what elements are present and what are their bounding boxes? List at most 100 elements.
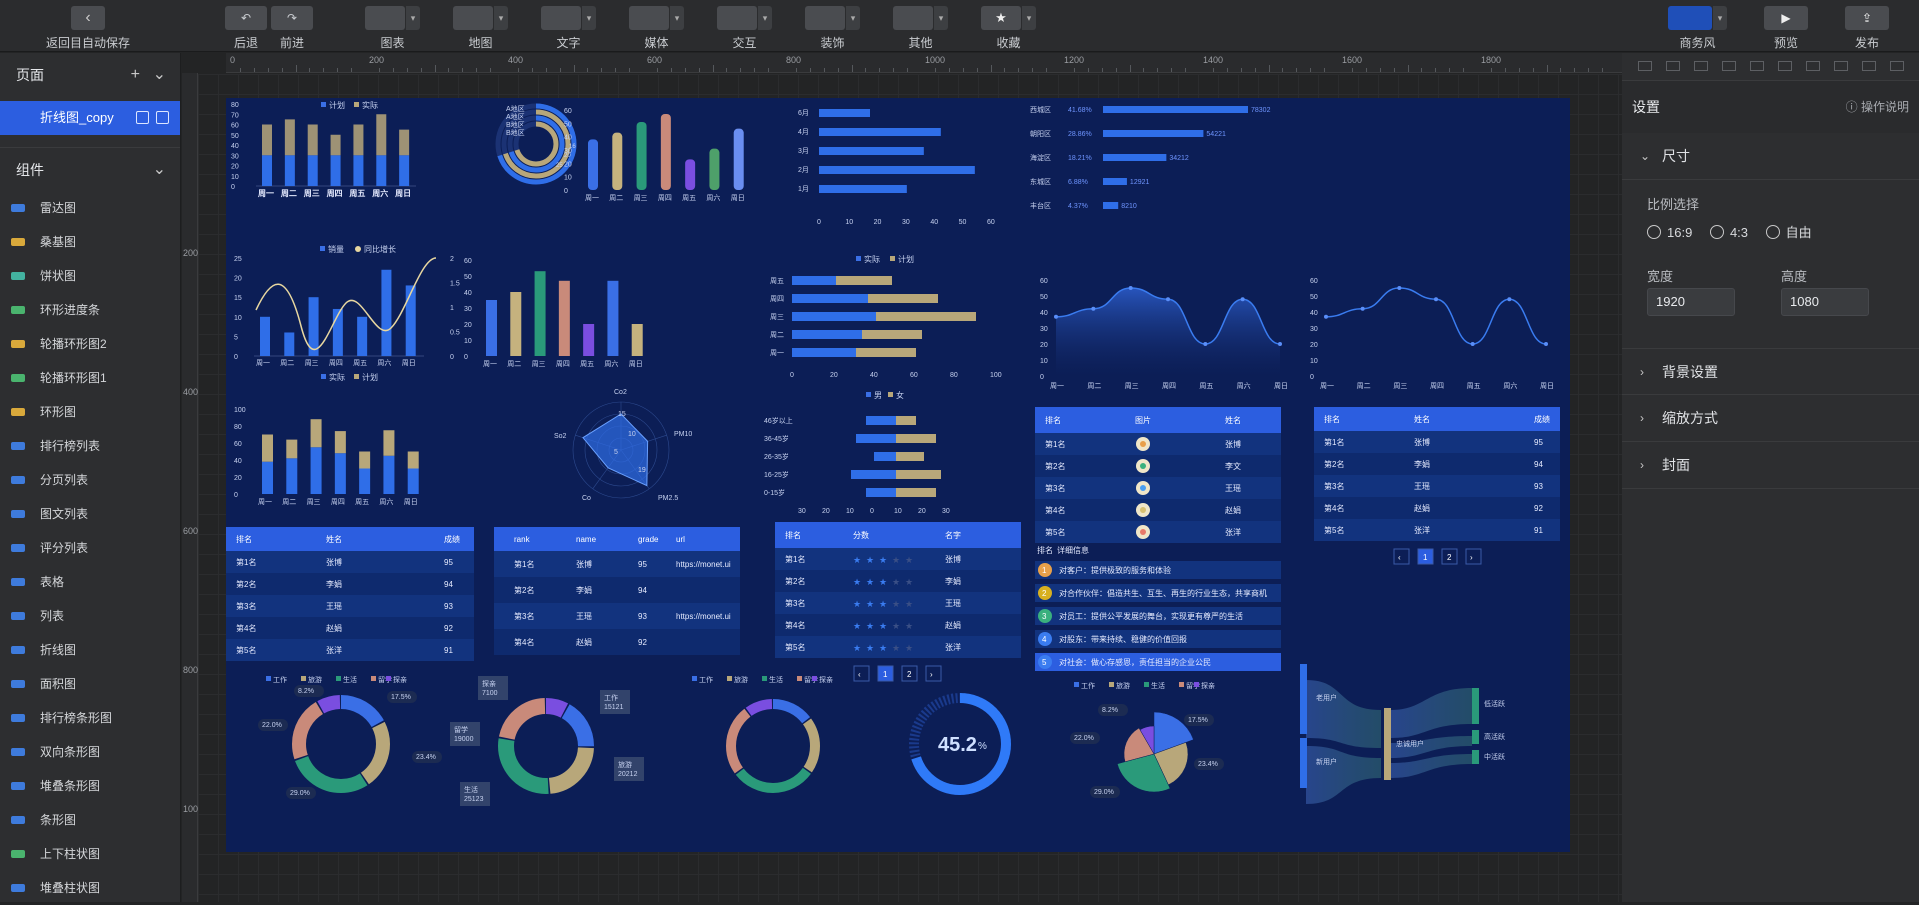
component-item[interactable]: 堆叠条形图: [0, 769, 180, 803]
component-item[interactable]: 堆叠柱状图: [0, 871, 180, 905]
component-item[interactable]: 排行榜条形图: [0, 701, 180, 735]
legend-swatch: [1179, 682, 1184, 687]
size-section-header[interactable]: ⌄ 尺寸: [1622, 133, 1919, 180]
text-menu[interactable]: ▾ 文字: [541, 6, 596, 51]
distribute-h-icon[interactable]: [1806, 61, 1820, 71]
component-item[interactable]: 环形进度条: [0, 293, 180, 327]
radar-axis-label: PM10: [674, 431, 692, 438]
sidebar-divider[interactable]: [180, 53, 181, 902]
progress-value: 45.2: [938, 734, 977, 756]
fav-menu[interactable]: ★ ▾ 收藏: [981, 6, 1036, 51]
component-item[interactable]: 排行榜列表: [0, 429, 180, 463]
component-thumb-icon: [11, 272, 25, 280]
vertical-ruler: 200 400 600 800 1000: [182, 73, 203, 902]
component-item[interactable]: 分页列表: [0, 463, 180, 497]
legend-swatch: [321, 102, 326, 107]
y-tick-label: 周四: [770, 295, 784, 303]
match-width-icon[interactable]: [1890, 61, 1904, 71]
align-top-icon[interactable]: [1722, 61, 1736, 71]
cover-section-header[interactable]: › 封面: [1622, 442, 1919, 489]
page-item[interactable]: 折线图_copy: [0, 101, 180, 135]
back-button[interactable]: ‹ 返回目自动保存: [38, 6, 138, 51]
ruler-mark: [1324, 68, 1326, 72]
align-middle-icon[interactable]: [1750, 61, 1764, 71]
component-item[interactable]: 轮播环形图1: [0, 361, 180, 395]
component-item[interactable]: 折线图: [0, 633, 180, 667]
donut-label: 旅游: [618, 760, 632, 769]
component-item[interactable]: 雷达图: [0, 191, 180, 225]
redo-button[interactable]: ↷ 前进: [271, 6, 313, 51]
x-tick-label: 周一: [585, 194, 599, 202]
component-label: 面积图: [40, 677, 77, 691]
x-tick-label: 周一: [258, 498, 272, 506]
width-input[interactable]: 1920: [1647, 288, 1735, 316]
align-right-icon[interactable]: [1694, 61, 1708, 71]
component-item[interactable]: 上下柱状图: [0, 837, 180, 871]
map-menu[interactable]: ▾ 地图: [453, 6, 508, 51]
bar: [819, 128, 941, 136]
ratio-4-3[interactable]: 4:3: [1709, 225, 1748, 240]
y-tick-label: 40: [1310, 310, 1318, 317]
legend-label: 销量: [328, 244, 344, 254]
media-menu[interactable]: ▾ 媒体: [629, 6, 684, 51]
component-item[interactable]: 列表: [0, 599, 180, 633]
preview-button[interactable]: ▶ 预览: [1764, 6, 1808, 51]
table-row: [1035, 433, 1281, 455]
component-item[interactable]: 面积图: [0, 667, 180, 701]
component-label: 条形图: [40, 813, 77, 827]
interact-menu[interactable]: ▾ 交互: [717, 6, 772, 51]
component-thumb-icon: [11, 578, 25, 586]
component-item[interactable]: 饼状图: [0, 259, 180, 293]
ratio-16-9[interactable]: 16:9: [1647, 225, 1692, 240]
component-item[interactable]: 桑基图: [0, 225, 180, 259]
legend-swatch: [866, 392, 871, 397]
table-header-cell: 成绩: [444, 534, 460, 544]
ratio-free[interactable]: 自由: [1765, 225, 1812, 240]
star-icon: ★: [981, 6, 1021, 30]
radar-ring-label: 19: [638, 467, 646, 474]
star-icon: ★: [892, 599, 900, 609]
bar: [636, 122, 647, 190]
theme-select[interactable]: ▾ 商务风: [1668, 6, 1727, 51]
component-item[interactable]: 图文列表: [0, 497, 180, 531]
legend-label: 实际: [864, 254, 880, 264]
dashboard-board[interactable]: 80 70 60 50 40 30 20 10 0 计划 实际 周一 周二 周三 周四 周五 周六 周日 A地区 A地…: [226, 98, 1570, 852]
help-link[interactable]: ⓘ 操作说明: [1846, 81, 1909, 133]
y-tick-label: 10: [464, 338, 472, 345]
y-tick-label: 0-15岁: [764, 488, 785, 497]
component-item[interactable]: 轮播环形图2: [0, 327, 180, 361]
info-header: 详细信息: [1057, 545, 1089, 555]
bar-actual: [262, 155, 272, 186]
chevron-down-icon[interactable]: ⌄: [153, 53, 166, 97]
bg-section-header[interactable]: › 背景设置: [1622, 348, 1919, 395]
height-input[interactable]: 1080: [1781, 288, 1869, 316]
legend-swatch: [1074, 682, 1079, 687]
edit-icon[interactable]: [136, 111, 149, 124]
y2-tick-label: 0.5: [450, 330, 460, 337]
add-icon[interactable]: +: [131, 53, 140, 97]
decor-menu[interactable]: ▾ 装饰: [805, 6, 860, 51]
radio-icon: [1709, 225, 1724, 239]
component-item[interactable]: 双向条形图: [0, 735, 180, 769]
y-tick-label: 40: [464, 290, 472, 297]
avatar-dot: [1140, 441, 1146, 447]
distribute-v-icon[interactable]: [1834, 61, 1848, 71]
undo-button[interactable]: ↶ 后退: [225, 6, 267, 51]
align-center-icon[interactable]: [1666, 61, 1680, 71]
component-item[interactable]: 环形图: [0, 395, 180, 429]
publish-button[interactable]: ⇪ 发布: [1845, 6, 1889, 51]
component-item[interactable]: 表格: [0, 565, 180, 599]
copy-icon[interactable]: [156, 111, 169, 124]
chevron-down-icon[interactable]: ⌄: [153, 148, 166, 192]
component-label: 图文列表: [40, 507, 89, 521]
align-left-icon[interactable]: [1638, 61, 1652, 71]
table-header-cell: name: [576, 535, 597, 544]
component-item[interactable]: 条形图: [0, 803, 180, 837]
component-item[interactable]: 评分列表: [0, 531, 180, 565]
match-size-icon[interactable]: [1862, 61, 1876, 71]
charts-menu[interactable]: ▾ 图表: [365, 6, 420, 51]
scale-section-header[interactable]: › 缩放方式: [1622, 395, 1919, 442]
align-bottom-icon[interactable]: [1778, 61, 1792, 71]
other-menu[interactable]: ▾ 其他: [893, 6, 948, 51]
ruler-tick: 400: [508, 55, 524, 65]
